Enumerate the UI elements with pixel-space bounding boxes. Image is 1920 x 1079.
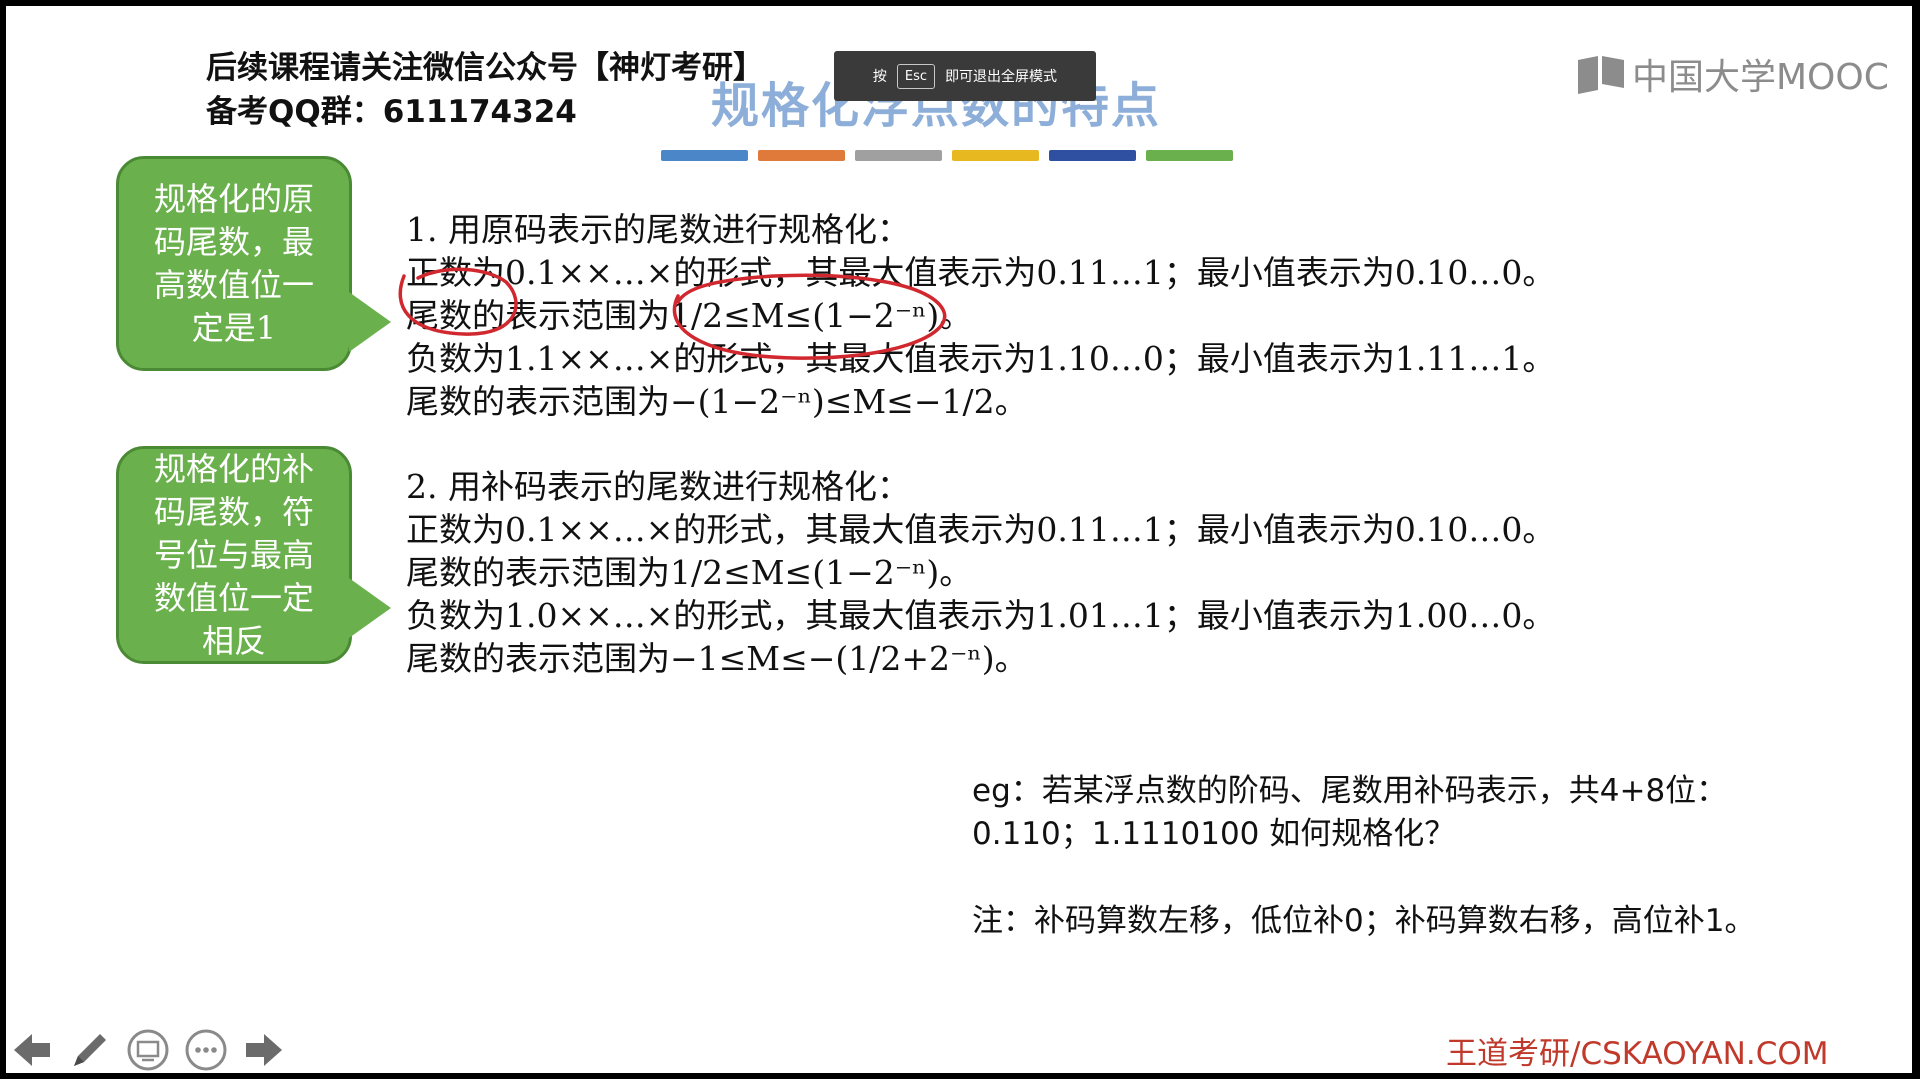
- callout-pointer: [349, 292, 391, 352]
- callout-line: 码尾数，最: [153, 222, 314, 261]
- callout-line: 高数值位一: [153, 265, 314, 304]
- next-slide-button[interactable]: [242, 1028, 286, 1072]
- hint-press: 按: [872, 69, 887, 85]
- next-arrow-icon: [246, 1034, 282, 1066]
- qq-group: 备考QQ群：611174324: [206, 94, 577, 130]
- color-bar-segment: [1146, 150, 1233, 161]
- mooc-logo: 中国大学MOOC: [1576, 48, 1889, 100]
- section-line: 正数为0.1××…×的形式，其最大值表示为0.11…1；最小值表示为0.10…0…: [406, 510, 1556, 549]
- mooc-book-icon: [1578, 56, 1624, 94]
- hint-message: 即可退出全屏模式: [945, 69, 1058, 85]
- slide: 后续课程请关注微信公众号【神灯考研】 备考QQ群：611174324 规格化浮点…: [6, 6, 1912, 1073]
- pen-icon: [74, 1034, 106, 1066]
- section-line: 正数为0.1××…×的形式，其最大值表示为0.11…1；最小值表示为0.10…0…: [406, 253, 1556, 292]
- more-icon: [185, 1029, 227, 1071]
- callout-line: 定是1: [191, 308, 277, 347]
- callout-line: 相反: [201, 621, 266, 660]
- callout-line: 规格化的原: [153, 179, 314, 218]
- callout-twos-complement: 规格化的补 码尾数，符 号位与最高 数值位一定 相反: [116, 446, 352, 664]
- example-question: eg：若某浮点数的阶码、尾数用补码表示，共4+8位： 0.110；1.11101…: [972, 770, 1727, 856]
- footer-brand: 王道考研/CSKAOYAN.COM: [1446, 1036, 1829, 1072]
- callout-pointer: [349, 578, 391, 638]
- esc-key: Esc: [896, 63, 936, 89]
- color-bar-segment: [1049, 150, 1136, 161]
- color-bar-segment: [855, 150, 942, 161]
- example-line: 0.110；1.1110100 如何规格化？: [972, 816, 1456, 852]
- prev-arrow-icon: [14, 1034, 50, 1066]
- color-bar-segment: [758, 150, 845, 161]
- section-twos-complement: 2. 用补码表示的尾数进行规格化： 正数为0.1××…×的形式，其最大值表示为0…: [406, 465, 1555, 680]
- prev-slide-button[interactable]: [10, 1028, 54, 1072]
- callout-line: 号位与最高: [153, 535, 314, 574]
- header-note: 后续课程请关注微信公众号【神灯考研】 备考QQ群：611174324: [206, 46, 764, 134]
- callout-sign-magnitude: 规格化的原 码尾数，最 高数值位一 定是1: [116, 156, 352, 371]
- screen-button[interactable]: [126, 1028, 170, 1072]
- section-line: 尾数的表示范围为1/2≤M≤(1−2⁻ⁿ)。: [406, 296, 973, 335]
- section-sign-magnitude: 1. 用原码表示的尾数进行规格化： 正数为0.1××…×的形式，其最大值表示为0…: [406, 208, 1555, 423]
- section-line: 负数为1.1××…×的形式，其最大值表示为1.10…0；最小值表示为1.11…1…: [406, 339, 1556, 378]
- slideshow-toolbar: [10, 1028, 286, 1072]
- color-bar-segment: [952, 150, 1039, 161]
- pen-tool-button[interactable]: [68, 1028, 112, 1072]
- example-line: eg：若某浮点数的阶码、尾数用补码表示，共4+8位：: [972, 773, 1728, 809]
- callout-line: 数值位一定: [153, 578, 314, 617]
- section-line: 尾数的表示范围为−1≤M≤−(1/2+2⁻ⁿ)。: [406, 639, 1028, 678]
- mooc-logo-text: 中国大学MOOC: [1632, 57, 1889, 98]
- callout-line: 码尾数，符: [153, 492, 314, 531]
- color-bar-segment: [661, 150, 748, 161]
- section-line: 负数为1.0××…×的形式，其最大值表示为1.01…1；最小值表示为1.00…0…: [406, 596, 1556, 635]
- section-line: 尾数的表示范围为−(1−2⁻ⁿ)≤M≤−1/2。: [406, 382, 1028, 421]
- section-line: 尾数的表示范围为1/2≤M≤(1−2⁻ⁿ)。: [406, 553, 973, 592]
- shift-note: 注：补码算数左移，低位补0；补码算数右移，高位补1。: [972, 903, 1756, 939]
- section-heading: 2. 用补码表示的尾数进行规格化：: [406, 467, 910, 506]
- screen-icon: [127, 1029, 169, 1071]
- callout-line: 规格化的补: [153, 449, 314, 488]
- more-options-button[interactable]: [184, 1028, 228, 1072]
- follow-notice: 后续课程请关注微信公众号【神灯考研】: [206, 50, 764, 86]
- section-heading: 1. 用原码表示的尾数进行规格化：: [406, 210, 910, 249]
- fullscreen-exit-hint: 按 Esc 即可退出全屏模式: [834, 51, 1096, 101]
